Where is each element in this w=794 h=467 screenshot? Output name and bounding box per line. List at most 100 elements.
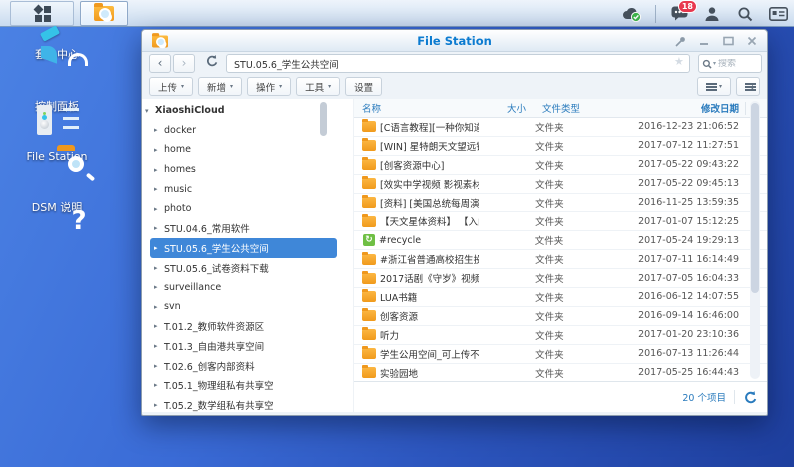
main-menu-button[interactable] [10, 1, 74, 26]
file-type: 文件夹 [519, 252, 638, 266]
sidebar-item[interactable]: music [142, 179, 353, 199]
dropdown-caret-icon: ▾ [181, 83, 184, 90]
tree-expand-arrow-icon[interactable] [154, 283, 164, 291]
list-scrollbar[interactable] [750, 101, 760, 379]
tree-expand-arrow-icon[interactable] [154, 166, 164, 174]
column-header-modified-date[interactable]: 修改日期 [650, 101, 739, 115]
sidebar-item[interactable]: STU.05.6_试卷资料下载 [142, 258, 353, 278]
toolbar-button[interactable]: 设置 ▾ [345, 77, 382, 96]
toolbar-button[interactable]: 操作 ▾ [247, 77, 291, 96]
sidebar-item[interactable]: homes [142, 160, 353, 180]
file-type: 文件夹 [519, 196, 638, 210]
table-row[interactable]: [资料] [美国总统每周演讲 he Pr... 文件夹 2016-11-25 1… [354, 194, 767, 213]
tree-expand-arrow-icon[interactable] [154, 342, 164, 350]
toolbar-button[interactable]: 新增 ▾ [198, 77, 242, 96]
user-icon[interactable] [702, 4, 722, 24]
table-row[interactable]: 学生公用空间_可上传不能删除 文件夹 2016-07-13 11:26:44 [354, 345, 767, 364]
file-icon [362, 329, 376, 340]
tree-expand-arrow-icon[interactable] [154, 224, 164, 232]
path-input[interactable] [226, 54, 690, 73]
sidebar-item[interactable]: T.02.6_创客内部资料 [142, 356, 353, 376]
tree-expand-arrow-icon[interactable] [154, 401, 164, 409]
sidebar-item-label: surveillance [164, 282, 221, 293]
desktop-icon[interactable]: 控制面板 [14, 98, 100, 114]
table-row[interactable]: 【天文星体资料】 【入门手册】 文件夹 2017-01-07 15:12:25 [354, 212, 767, 231]
file-modified-date: 2017-05-24 19:29:13 [638, 235, 739, 246]
table-row[interactable]: [WIN] 星特朗天文望远镜CD软件 文件夹 2017-07-12 11:27:… [354, 137, 767, 156]
tree-expand-arrow-icon[interactable] [154, 146, 164, 154]
file-type: 文件夹 [519, 328, 638, 342]
table-row[interactable]: #浙江省普通高校招生投档及分数... 文件夹 2017-07-11 16:14:… [354, 250, 767, 269]
notifications-icon[interactable]: 18 [669, 4, 689, 24]
table-row[interactable]: 创客资源 文件夹 2016-09-14 16:46:00 [354, 307, 767, 326]
view-mode-button[interactable]: ▾ [697, 77, 731, 96]
widgets-icon[interactable] [768, 4, 788, 24]
tree-expand-arrow-icon[interactable] [154, 322, 164, 330]
tree-expand-arrow-icon[interactable] [154, 205, 164, 213]
file-modified-date: 2017-01-07 15:12:25 [638, 216, 739, 227]
file-type: 文件夹 [519, 120, 638, 134]
tree-expand-arrow-icon[interactable] [145, 107, 155, 115]
list-scrollbar-thumb[interactable] [751, 103, 759, 293]
favorite-star-icon[interactable]: ★ [674, 55, 684, 68]
sidebar-item[interactable]: svn [142, 297, 353, 317]
file-icon [362, 367, 376, 378]
file-modified-date: 2017-05-25 16:44:43 [638, 367, 739, 378]
table-row[interactable]: #recycle 文件夹 2017-05-24 19:29:13 [354, 231, 767, 250]
status-refresh-icon[interactable] [743, 390, 757, 404]
sidebar-item[interactable]: home [142, 140, 353, 160]
refresh-button[interactable] [200, 54, 222, 73]
cloud-sync-icon[interactable] [622, 4, 642, 24]
list-view-icon [706, 83, 715, 91]
search-scope-caret-icon[interactable]: ▾ [713, 60, 716, 67]
column-header-name[interactable]: 名称 [362, 101, 484, 115]
table-row[interactable]: [创客资源中心] 文件夹 2017-05-22 09:43:22 [354, 156, 767, 175]
taskbar-file-station-button[interactable] [80, 1, 128, 26]
window-titlebar[interactable]: File Station [142, 30, 767, 52]
toolbar-button[interactable]: 上传 ▾ [149, 77, 193, 96]
sidebar-item-label: STU.05.6_试卷资料下载 [164, 261, 269, 275]
file-icon [362, 159, 376, 170]
table-row[interactable]: 听力 文件夹 2017-01-20 23:10:36 [354, 326, 767, 345]
desktop-icon[interactable]: DSM 说明 [14, 199, 100, 215]
search-box[interactable]: ▾ [698, 54, 762, 73]
table-row[interactable]: 2017话剧《守岁》视频原文件 文件夹 2017-07-05 16:04:33 [354, 269, 767, 288]
tree-expand-arrow-icon[interactable] [154, 185, 164, 193]
sort-button[interactable]: ↓ [736, 77, 760, 96]
tree-expand-arrow-icon[interactable] [154, 381, 164, 389]
table-row[interactable]: [效实中学视频 影视素材 锦集] [... 文件夹 2017-05-22 09:… [354, 175, 767, 194]
sidebar-item[interactable]: photo [142, 199, 353, 219]
tree-expand-arrow-icon[interactable] [154, 303, 164, 311]
pin-icon[interactable] [673, 34, 687, 48]
tree-expand-arrow-icon[interactable] [154, 126, 164, 134]
sidebar-item[interactable]: T.01.2_教师软件资源区 [142, 317, 353, 337]
sidebar-item[interactable]: T.05.2_数学组私有共享空 [142, 395, 353, 412]
file-type: 文件夹 [519, 158, 638, 172]
column-header-size[interactable]: 大小 [484, 101, 526, 115]
toolbar-buttons: 上传 ▾ 新增 ▾ 操作 ▾ 工具 ▾ [149, 77, 382, 96]
sidebar-item-label: XiaoshiCloud [155, 105, 225, 116]
sidebar-item[interactable]: STU.05.6_学生公共空间 [150, 238, 337, 258]
column-header-type[interactable]: 文件类型 [526, 101, 650, 115]
tree-expand-arrow-icon[interactable] [154, 244, 164, 252]
back-button[interactable]: ‹ [149, 54, 171, 73]
toolbar-button[interactable]: 工具 ▾ [296, 77, 340, 96]
table-row[interactable]: LUA书籍 文件夹 2016-06-12 14:07:55 [354, 288, 767, 307]
forward-button[interactable]: › [173, 54, 195, 73]
table-row[interactable]: [C语言教程][一种你知道的第N+... 文件夹 2016-12-23 21:0… [354, 118, 767, 137]
sidebar-item[interactable]: surveillance [142, 277, 353, 297]
sidebar-item[interactable]: STU.04.6_常用软件 [142, 219, 353, 239]
desktop-icon[interactable]: 套件中心 [14, 46, 100, 62]
close-icon[interactable] [745, 34, 759, 48]
sidebar-item[interactable]: T.05.1_物理组私有共享空 [142, 375, 353, 395]
table-row[interactable]: 实验园地 文件夹 2017-05-25 16:44:43 [354, 364, 767, 381]
desktop-icon[interactable]: File Station [14, 150, 100, 163]
search-icon[interactable] [735, 4, 755, 24]
tree-expand-arrow-icon[interactable] [154, 362, 164, 370]
maximize-icon[interactable] [721, 34, 735, 48]
minimize-icon[interactable] [697, 34, 711, 48]
sidebar-scrollbar-thumb[interactable] [320, 102, 327, 136]
sidebar-item[interactable]: T.01.3_自由港共享空间 [142, 336, 353, 356]
tree-expand-arrow-icon[interactable] [154, 264, 164, 272]
search-input[interactable] [718, 59, 752, 69]
